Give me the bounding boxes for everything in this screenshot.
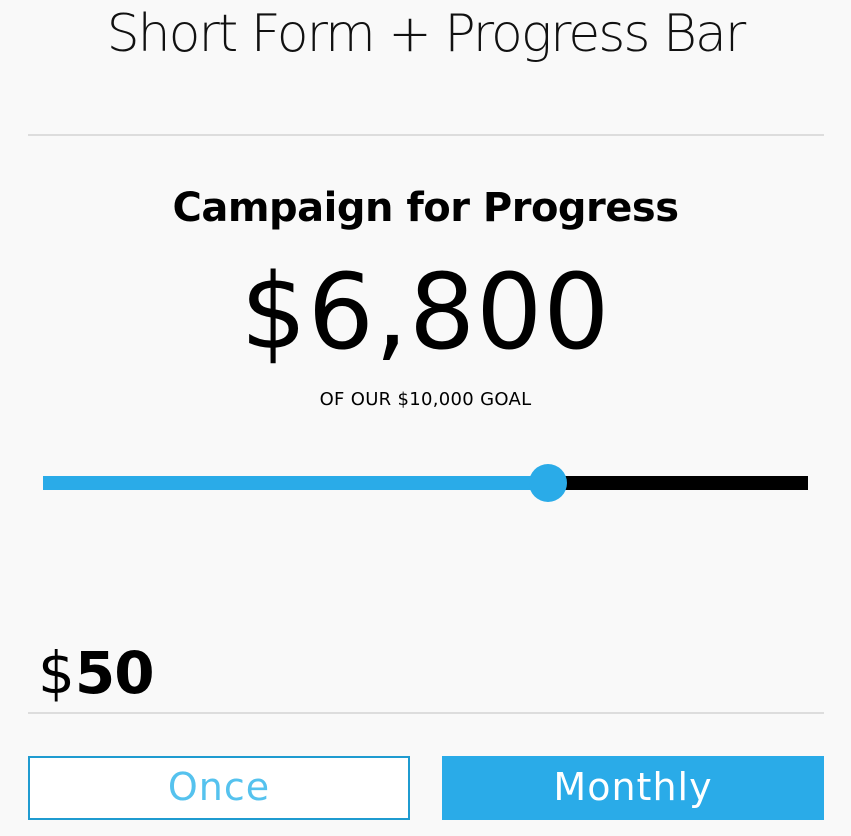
campaign-title: Campaign for Progress (172, 185, 679, 231)
goal-text: OF OUR $10,000 GOAL (319, 389, 532, 410)
monthly-button[interactable]: Monthly (442, 756, 824, 820)
page-title: Short Form + Progress Bar (106, 4, 747, 64)
donation-page: Short Form + Progress Bar Campaign for P… (0, 0, 851, 836)
raised-amount: $6,800 (240, 251, 611, 373)
donation-amount-field[interactable]: $ 50 (38, 636, 155, 710)
progress-fill (43, 476, 548, 490)
progress-bar (43, 464, 808, 502)
once-button[interactable]: Once (28, 756, 410, 820)
currency-symbol: $ (38, 639, 75, 707)
donation-amount-value: 50 (74, 639, 155, 707)
progress-handle (529, 464, 567, 502)
amount-divider (28, 712, 824, 714)
top-divider (28, 134, 824, 136)
